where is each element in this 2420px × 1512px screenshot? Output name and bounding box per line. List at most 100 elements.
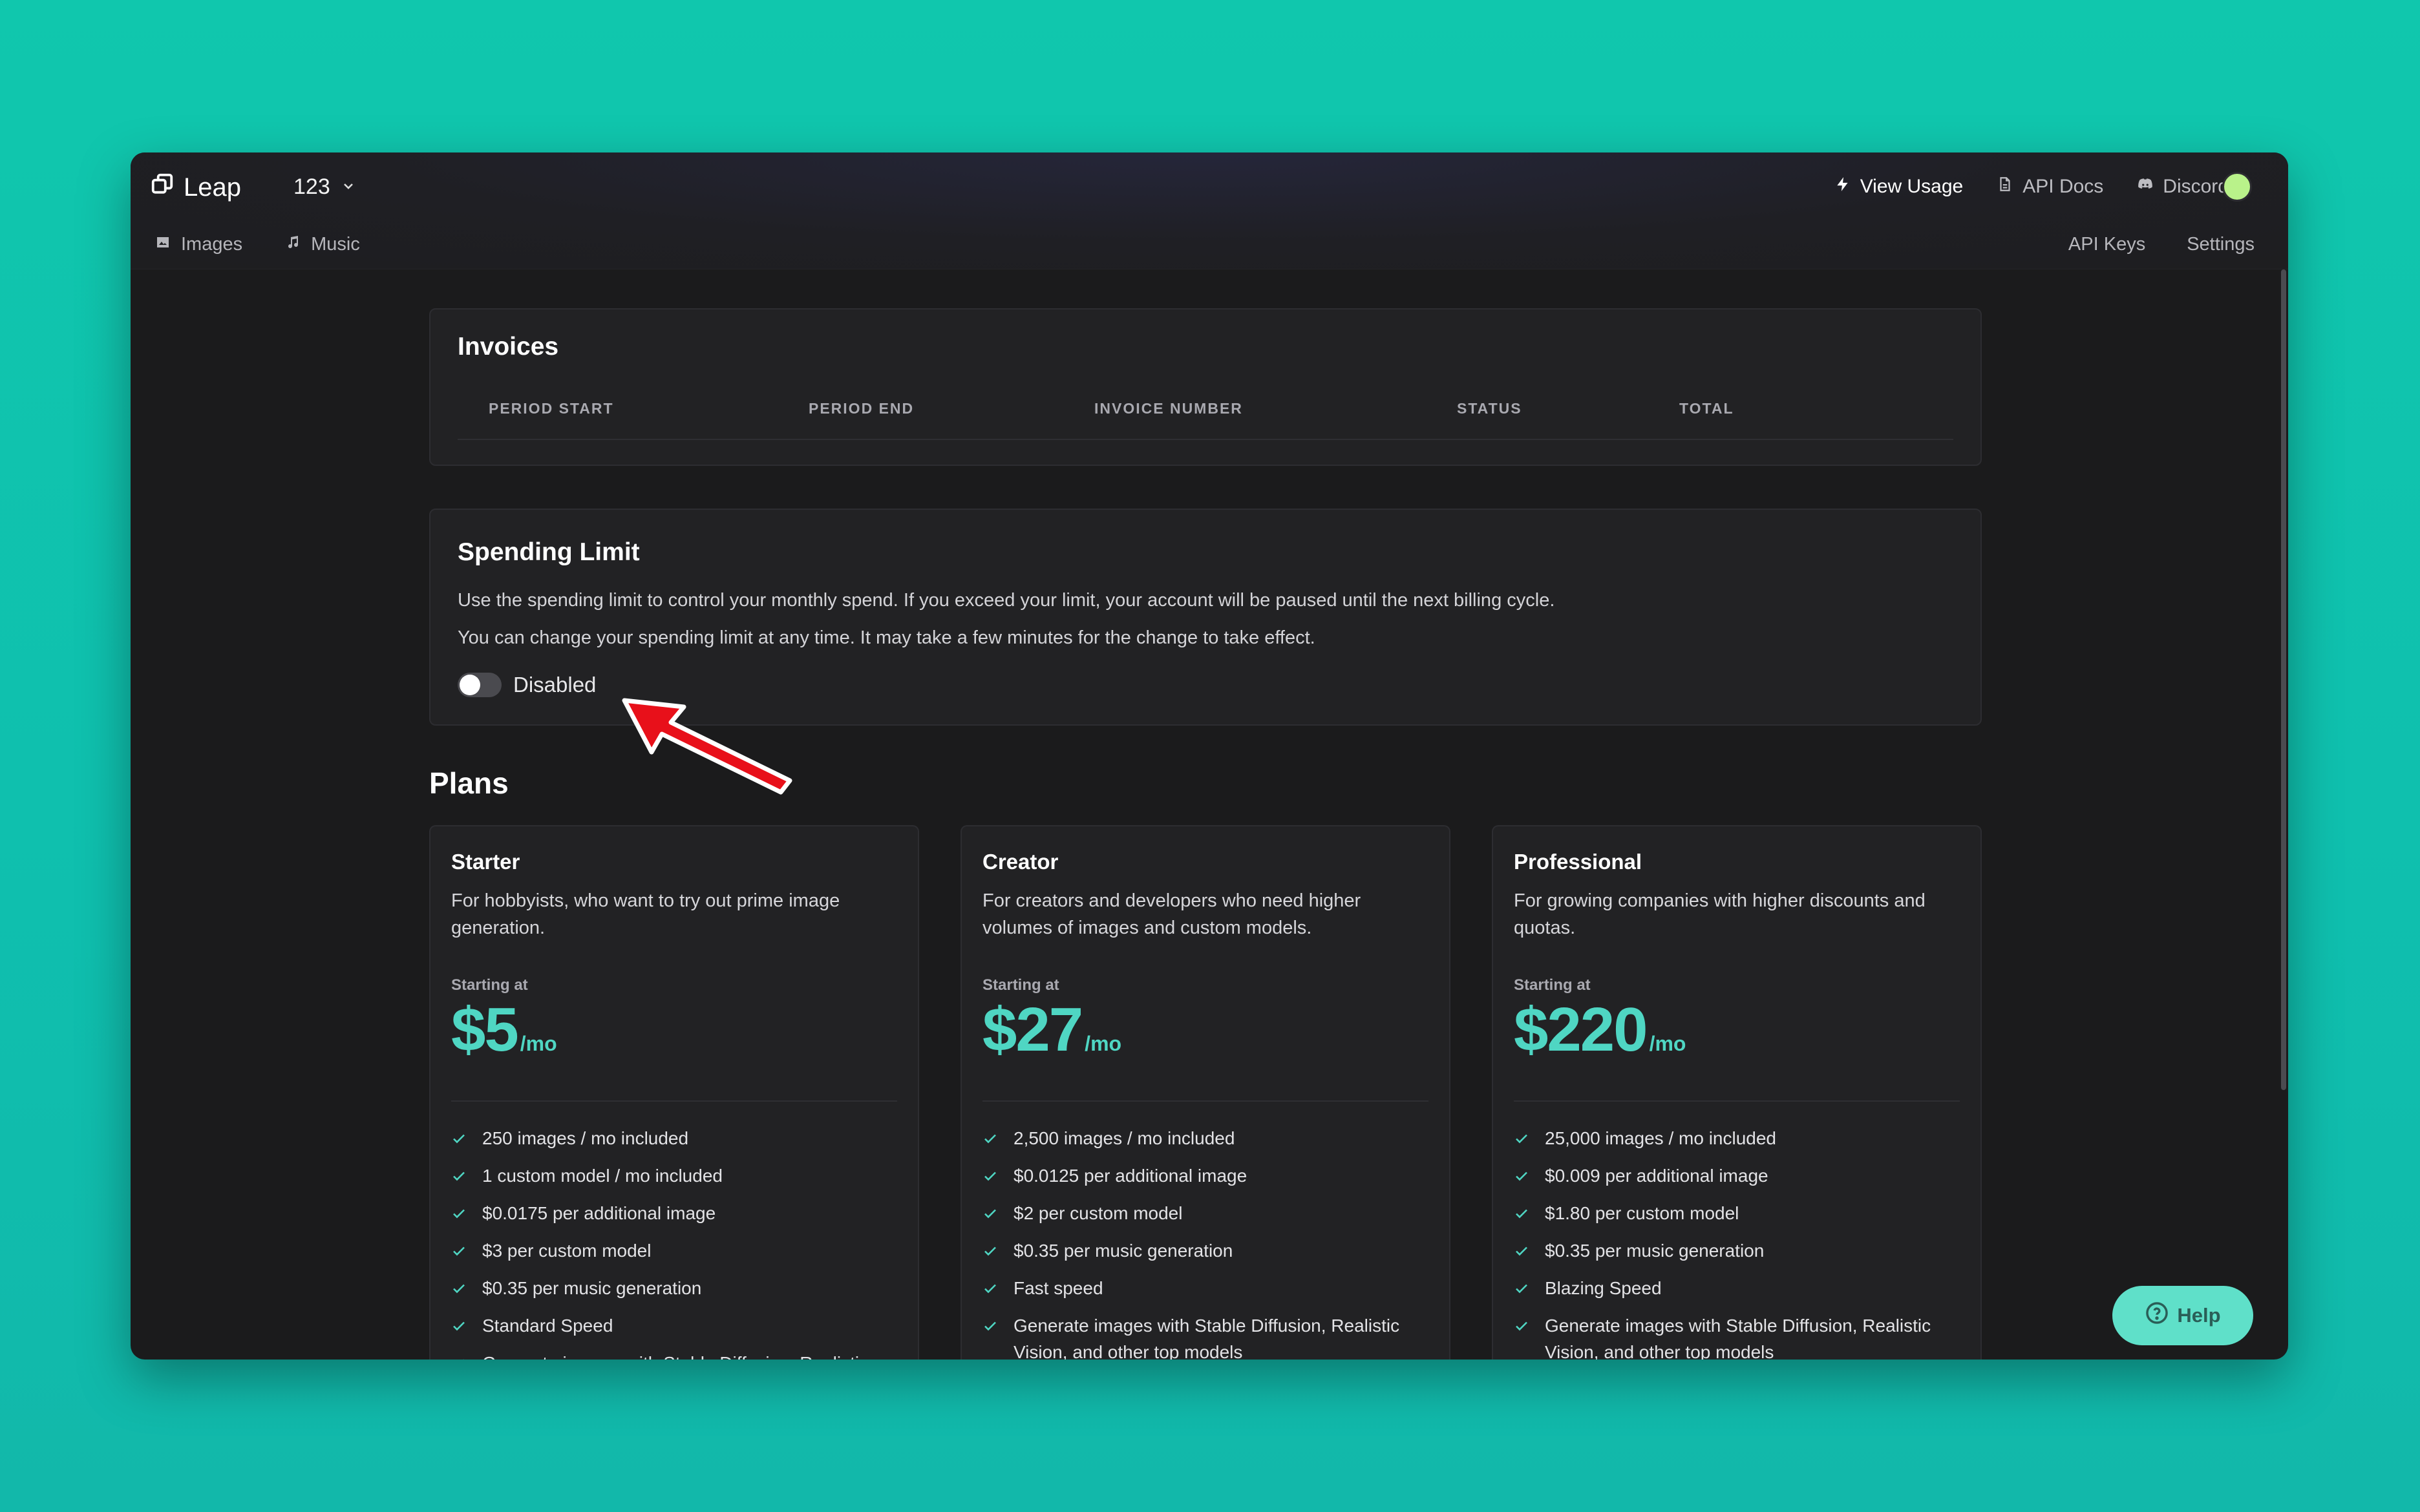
plan-name: Creator (982, 850, 1059, 874)
app-window: Leap 123 View Usage API Docs Discord Ima… (131, 152, 2288, 1360)
feature-item: $3 per custom model (451, 1237, 904, 1264)
check-icon (982, 1312, 999, 1339)
price-period: /mo (1085, 1032, 1122, 1055)
check-icon (982, 1200, 999, 1226)
feature-item: $0.35 per music generation (982, 1237, 1435, 1264)
feature-text: $0.35 per music generation (482, 1278, 702, 1298)
feature-item: 25,000 images / mo included (1514, 1125, 1966, 1151)
feature-text: 2,500 images / mo included (1014, 1128, 1235, 1148)
avatar[interactable] (2222, 172, 2252, 202)
spending-limit-description: Use the spending limit to control your m… (458, 590, 1555, 611)
starting-at-label: Starting at (451, 976, 528, 994)
feature-item: Generate images with Stable Diffusion, R… (1514, 1312, 1966, 1360)
feature-list: 2,500 images / mo included $0.0125 per ad… (982, 1125, 1435, 1360)
check-icon (451, 1200, 468, 1226)
spending-limit-note: You can change your spending limit at an… (458, 627, 1315, 648)
tab-images[interactable]: Images (155, 234, 242, 255)
check-icon (982, 1275, 999, 1301)
feature-text: Standard Speed (482, 1316, 613, 1336)
scrollbar[interactable] (2279, 269, 2288, 1097)
tab-settings[interactable]: Settings (2187, 234, 2255, 255)
plan-card-creator: Creator For creators and developers who … (961, 825, 1450, 1360)
tab-music[interactable]: Music (285, 234, 360, 255)
main-content: Invoices PERIOD START PERIOD END INVOICE… (131, 269, 2288, 1360)
plan-price: $5 /mo (451, 994, 557, 1066)
check-icon (1514, 1237, 1531, 1264)
feature-item: $0.009 per additional image (1514, 1162, 1966, 1189)
discord-icon (2137, 176, 2154, 198)
divider (1514, 1100, 1960, 1102)
column-total: TOTAL (1679, 400, 1734, 417)
annotation-arrow-icon (622, 698, 792, 795)
plans-title: Plans (429, 766, 509, 800)
feature-text: 250 images / mo included (482, 1128, 689, 1148)
top-bar: Leap 123 View Usage API Docs Discord Ima… (131, 152, 2288, 269)
price-amount: $27 (982, 995, 1083, 1064)
discord-label: Discord (2163, 176, 2229, 197)
api-docs-link[interactable]: API Docs (1997, 176, 2103, 198)
feature-item: Generate images with Stable Diffusion, R… (451, 1350, 904, 1360)
spending-limit-title: Spending Limit (458, 538, 640, 566)
view-usage-label: View Usage (1860, 176, 1964, 197)
check-icon (451, 1312, 468, 1339)
feature-item: Generate images with Stable Diffusion, R… (982, 1312, 1435, 1360)
feature-text: Fast speed (1014, 1278, 1103, 1298)
check-icon (1514, 1200, 1531, 1226)
image-icon (155, 234, 171, 255)
feature-item: Fast speed (982, 1275, 1435, 1301)
feature-text: $0.35 per music generation (1014, 1241, 1233, 1261)
leap-logo-icon (150, 172, 175, 203)
view-usage-link[interactable]: View Usage (1834, 176, 1964, 198)
check-icon (451, 1237, 468, 1264)
feature-text: Generate images with Stable Diffusion, R… (1014, 1316, 1400, 1360)
feature-text: $0.35 per music generation (1545, 1241, 1765, 1261)
tab-api-keys[interactable]: API Keys (2068, 234, 2145, 255)
price-period: /mo (520, 1032, 557, 1055)
divider (458, 439, 1953, 440)
logo[interactable]: Leap (150, 172, 241, 203)
plan-description: For growing companies with higher discou… (1514, 890, 1926, 938)
app-name: Leap (184, 173, 241, 202)
feature-item: $0.0125 per additional image (982, 1162, 1435, 1189)
price-amount: $220 (1514, 995, 1648, 1064)
feature-text: 25,000 images / mo included (1545, 1128, 1776, 1148)
spending-limit-toggle[interactable] (458, 673, 502, 697)
feature-text: $1.80 per custom model (1545, 1203, 1739, 1223)
discord-link[interactable]: Discord (2137, 176, 2229, 198)
feature-item: $1.80 per custom model (1514, 1200, 1966, 1226)
check-icon (451, 1350, 468, 1360)
plan-card-professional: Professional For growing companies with … (1492, 825, 1982, 1360)
starting-at-label: Starting at (982, 976, 1059, 994)
help-button[interactable]: Help (2112, 1286, 2253, 1345)
header-nav: View Usage API Docs Discord (1834, 176, 2229, 198)
price-period: /mo (1649, 1032, 1686, 1055)
column-invoice-number: INVOICE NUMBER (1094, 400, 1243, 417)
document-icon (1997, 176, 2013, 198)
invoices-title: Invoices (458, 333, 559, 361)
section-tabs: Images Music (155, 234, 360, 255)
starting-at-label: Starting at (1514, 976, 1591, 994)
feature-item: $0.0175 per additional image (451, 1200, 904, 1226)
divider (451, 1100, 897, 1102)
divider (982, 1100, 1428, 1102)
feature-item: $0.35 per music generation (1514, 1237, 1966, 1264)
price-amount: $5 (451, 995, 519, 1064)
feature-item: 2,500 images / mo included (982, 1125, 1435, 1151)
api-docs-label: API Docs (2022, 176, 2104, 197)
feature-item: 250 images / mo included (451, 1125, 904, 1151)
feature-item: $2 per custom model (982, 1200, 1435, 1226)
project-selector[interactable]: 123 (293, 174, 356, 200)
feature-text: Generate images with Stable Diffusion, R… (1545, 1316, 1931, 1360)
plan-card-starter: Starter For hobbyists, who want to try o… (429, 825, 919, 1360)
column-status: STATUS (1457, 400, 1522, 417)
question-circle-icon (2145, 1301, 2169, 1330)
check-icon (1514, 1162, 1531, 1189)
check-icon (982, 1237, 999, 1264)
feature-item: Blazing Speed (1514, 1275, 1966, 1301)
plan-description: For creators and developers who need hig… (982, 890, 1361, 938)
plan-name: Professional (1514, 850, 1642, 874)
feature-item: 1 custom model / mo included (451, 1162, 904, 1189)
feature-item: $0.35 per music generation (451, 1275, 904, 1301)
plan-price: $220 /mo (1514, 994, 1686, 1066)
column-period-end: PERIOD END (809, 400, 915, 417)
